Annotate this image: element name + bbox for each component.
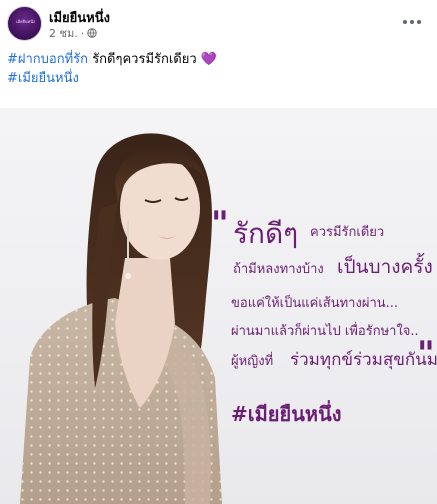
more-options-icon[interactable]	[399, 12, 425, 32]
post-header: เมียยืนหนึ่ง เมียยืนหนึ่ง 2 ชม. ·	[0, 0, 437, 44]
avatar[interactable]: เมียยืนหนึ่ง	[7, 6, 42, 41]
quote-open-mark: "	[211, 204, 229, 244]
hashtag-link[interactable]: #เมียยืนหนึ่ง	[7, 71, 79, 86]
globe-icon[interactable]	[87, 28, 97, 38]
quote-line-3: ขอแค่ให้เป็นแค่เส้นทางผ่าน...	[231, 296, 399, 311]
post-time[interactable]: 2 ชม.	[49, 24, 78, 42]
caption-line-2: #เมียยืนหนึ่ง	[7, 69, 427, 88]
avatar-label: เมียยืนหนึ่ง	[16, 19, 35, 24]
more-dot	[403, 20, 407, 24]
caption-line-1: #ฝากบอกที่รัก รักดีๆควรมีรักเดียว 💜	[7, 50, 427, 69]
quote-line-5b: ร่วมทุกข์ร่วมสุขกันมา	[290, 350, 437, 370]
quote-line-1-big: รักดีๆ	[233, 217, 299, 250]
meta-separator: ·	[80, 26, 85, 40]
more-dot	[410, 20, 414, 24]
more-dot	[417, 20, 421, 24]
quote-line-4: ผ่านมาแล้วก็ผ่านไป เพื่อรักษาใจ..	[231, 324, 419, 339]
hashtag-link[interactable]: #ฝากบอกที่รัก	[7, 52, 88, 67]
quote-line-1-small: ควรมีรักเดียว	[310, 225, 385, 240]
purple-heart-emoji: 💜	[200, 52, 217, 67]
caption-text: รักดีๆควรมีรักเดียว	[92, 52, 197, 67]
quote-line-2a: ถ้ามีหลงทางบ้าง	[233, 262, 324, 277]
post-caption: #ฝากบอกที่รัก รักดีๆควรมีรักเดียว 💜 #เมี…	[7, 50, 427, 88]
quote-close-mark: "	[417, 334, 435, 374]
quote-line-5a: ผู้หญิงที่	[231, 354, 274, 369]
quote-line-2b: เป็นบางครั้ง	[337, 256, 433, 278]
post-photo[interactable]: " รักดีๆ ควรมีรักเดียว ถ้ามีหลงทางบ้าง เ…	[0, 108, 437, 504]
image-hashtag: #เมียยืนหนึ่ง	[231, 402, 342, 426]
post-meta: 2 ชม. ·	[49, 24, 97, 42]
